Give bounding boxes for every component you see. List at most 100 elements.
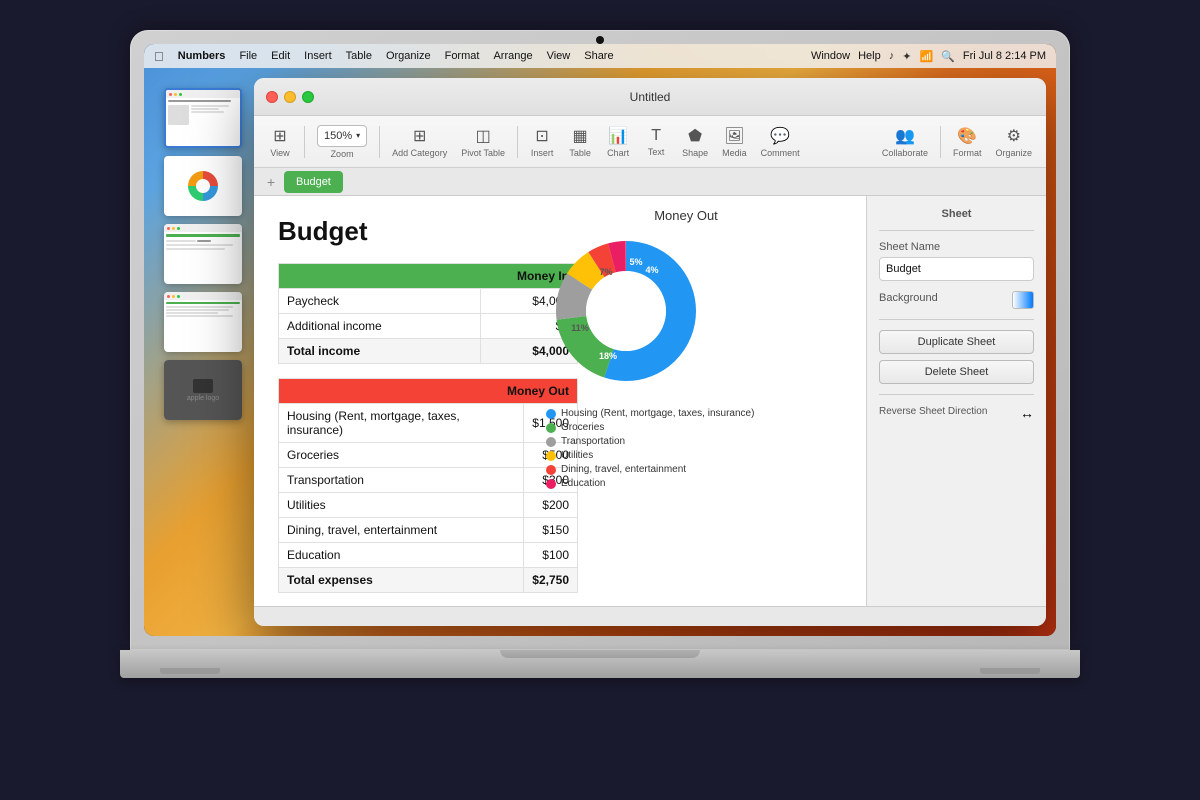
media-icon: 🖼 (724, 126, 744, 146)
close-button[interactable] (266, 91, 278, 103)
total-expenses-row[interactable]: Total expenses $2,750 (279, 568, 578, 593)
transportation-row[interactable]: Transportation $300 (279, 468, 578, 493)
housing-label: Housing (Rent, mortgage, taxes, insuranc… (279, 404, 524, 443)
toolbar-table[interactable]: ▦ Table (562, 122, 598, 162)
menubar-app-name[interactable]: Numbers (178, 50, 226, 62)
legend-label-dining: Dining, travel, entertainment (561, 464, 686, 475)
total-income-row[interactable]: Total income $4,000 (279, 339, 578, 364)
background-label: Background (879, 292, 938, 304)
panel-divider-1 (879, 230, 1034, 231)
legend-dot-education (546, 479, 556, 489)
total-expenses-label: Total expenses (279, 568, 524, 593)
thumbnail-card-3[interactable] (164, 224, 242, 284)
toolbar-zoom-group[interactable]: 150% ▾ Zoom (311, 121, 373, 163)
macbook-lid:  Numbers File Edit Insert Table Organiz… (130, 30, 1070, 650)
additional-income-row[interactable]: Additional income $0 (279, 314, 578, 339)
toolbar-pivot-table[interactable]: ◫ Pivot Table (455, 122, 511, 162)
dining-row[interactable]: Dining, travel, entertainment $150 (279, 518, 578, 543)
duplicate-sheet-button[interactable]: Duplicate Sheet (879, 330, 1034, 354)
toolbar-comment[interactable]: 💬 Comment (755, 122, 806, 162)
paycheck-row[interactable]: Paycheck $4,000 (279, 289, 578, 314)
toolbar-divider-4 (940, 126, 941, 158)
thumbnail-card-5[interactable]: apple logo (164, 360, 242, 420)
minimize-button[interactable] (284, 91, 296, 103)
menubar:  Numbers File Edit Insert Table Organiz… (144, 44, 1056, 68)
reverse-direction-icon[interactable]: ↔ (1020, 405, 1034, 421)
add-category-label: Add Category (392, 148, 447, 158)
education-value: $100 (524, 543, 578, 568)
menubar-edit[interactable]: Edit (271, 50, 290, 62)
menubar-insert[interactable]: Insert (304, 50, 332, 62)
toolbar-media[interactable]: 🖼 Media (716, 122, 753, 162)
transportation-label: Transportation (279, 468, 524, 493)
delete-sheet-button[interactable]: Delete Sheet (879, 360, 1034, 384)
legend-dot-groceries (546, 423, 556, 433)
menubar-view[interactable]: View (547, 50, 571, 62)
search-icon[interactable]: 🔍 (941, 50, 955, 63)
menubar-organize[interactable]: Organize (386, 50, 431, 62)
bottom-bar (254, 606, 1046, 626)
legend-utilities: Utilities (546, 450, 826, 461)
menubar-left:  Numbers File Edit Insert Table Organiz… (154, 49, 614, 64)
legend-transportation: Transportation (546, 436, 826, 447)
toolbar-organize[interactable]: ⚙ Organize (989, 122, 1038, 162)
toolbar-format[interactable]: 🎨 Format (947, 122, 988, 162)
thumbnail-card-2[interactable] (164, 156, 242, 216)
chart-legend: Housing (Rent, mortgage, taxes, insuranc… (546, 408, 826, 489)
sheet-tab-budget[interactable]: Budget (284, 171, 343, 193)
background-row: Background (879, 291, 1034, 309)
background-color-swatch[interactable] (1012, 291, 1034, 309)
macbook-foot-left (160, 668, 220, 674)
toolbar-right: 👥 Collaborate 🎨 Format ⚙ (876, 122, 1038, 162)
menubar-table[interactable]: Table (346, 50, 372, 62)
donut-chart: 55% 18% 11% 7% 5% 4% (546, 231, 706, 391)
chart-area: Money Out (546, 208, 826, 492)
macbook-hinge (500, 650, 700, 658)
utilities-label: Utilities (279, 493, 524, 518)
toolbar-insert[interactable]: ⊡ Insert (524, 122, 560, 162)
menubar-format[interactable]: Format (445, 50, 480, 62)
legend-dot-housing (546, 409, 556, 419)
traffic-lights (266, 91, 314, 103)
pivot-table-icon: ◫ (476, 126, 491, 146)
legend-dot-dining (546, 465, 556, 475)
panel-section-title: Sheet (879, 208, 1034, 220)
spreadsheet-area[interactable]: Budget Money In Paycheck $4,000 (254, 196, 866, 606)
sheet-name-label: Sheet Name (879, 241, 1034, 253)
toolbar-chart[interactable]: 📊 Chart (600, 122, 636, 162)
utilities-row[interactable]: Utilities $200 (279, 493, 578, 518)
sheet-name-input[interactable] (879, 257, 1034, 281)
chart-title: Money Out (546, 208, 826, 223)
toolbar-add-category[interactable]: ⊞ Add Category (386, 122, 453, 162)
groceries-row[interactable]: Groceries $500 (279, 443, 578, 468)
toolbar-text[interactable]: T Text (638, 123, 674, 161)
dining-label: Dining, travel, entertainment (279, 518, 524, 543)
format-label: Format (953, 148, 982, 158)
music-icon[interactable]: ♪ (889, 50, 895, 62)
numbers-window: Untitled ⊞ View 150% (254, 78, 1046, 626)
menubar-share[interactable]: Share (584, 50, 613, 62)
money-out-table: Money Out Housing (Rent, mortgage, taxes… (278, 378, 578, 593)
zoom-chevron-icon: ▾ (356, 131, 360, 140)
toolbar-shape[interactable]: ⬟ Shape (676, 122, 714, 162)
zoom-control[interactable]: 150% ▾ (317, 125, 367, 147)
legend-label-housing: Housing (Rent, mortgage, taxes, insuranc… (561, 408, 754, 419)
maximize-button[interactable] (302, 91, 314, 103)
apple-menu[interactable]:  (154, 49, 164, 64)
menubar-window[interactable]: Window (811, 50, 850, 62)
add-sheet-button[interactable]: + (262, 173, 280, 191)
add-category-icon: ⊞ (413, 126, 426, 146)
svg-text:11%: 11% (571, 323, 589, 333)
housing-row[interactable]: Housing (Rent, mortgage, taxes, insuranc… (279, 404, 578, 443)
wifi-icon[interactable]: 📶 (919, 50, 933, 63)
menubar-help[interactable]: Help (858, 50, 881, 62)
toolbar-view[interactable]: ⊞ View (262, 122, 298, 162)
bluetooth-icon[interactable]: ✦ (902, 50, 911, 63)
education-row[interactable]: Education $100 (279, 543, 578, 568)
thumbnail-card-1[interactable] (164, 88, 242, 148)
menubar-arrange[interactable]: Arrange (493, 50, 532, 62)
thumbnail-card-4[interactable] (164, 292, 242, 352)
menubar-file[interactable]: File (239, 50, 257, 62)
toolbar-collaborate[interactable]: 👥 Collaborate (876, 122, 934, 162)
zoom-label: Zoom (331, 149, 354, 159)
